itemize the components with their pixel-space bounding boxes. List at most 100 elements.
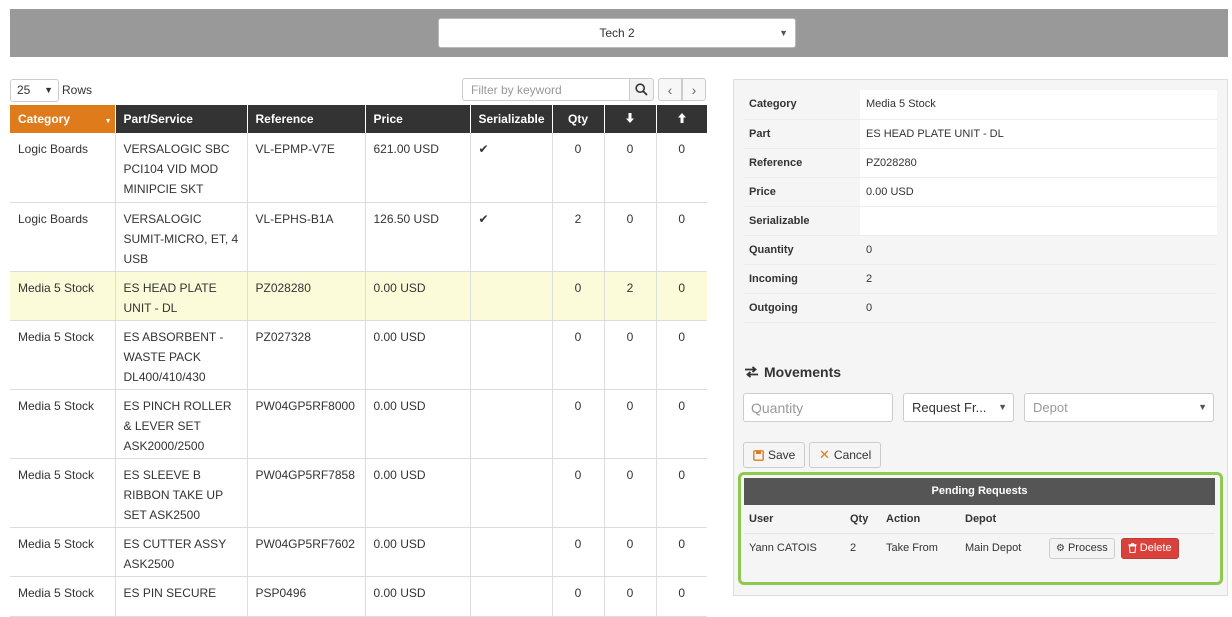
- cell-incoming: 0: [604, 458, 657, 528]
- table-row[interactable]: Logic Boards VERSALOGIC SBC PCI104 VID M…: [10, 133, 707, 203]
- cell-price: 621.00 USD: [365, 133, 471, 203]
- cell-part: ES SLEEVE B RIBBON TAKE UP SET ASK2500: [115, 458, 248, 528]
- next-page-button[interactable]: ›: [682, 78, 706, 101]
- column-header-qty[interactable]: Qty: [552, 105, 605, 133]
- detail-row: Part ES HEAD PLATE UNIT - DL: [743, 119, 1217, 149]
- detail-value: 0: [860, 293, 1217, 323]
- cell-part: ES CUTTER ASSY ASK2500: [115, 527, 248, 577]
- detail-row: Serializable: [743, 206, 1217, 236]
- cell-reference: PSP0496: [247, 576, 366, 617]
- detail-row: Price 0.00 USD: [743, 177, 1217, 207]
- action-select[interactable]: Request Fr... ▼: [903, 393, 1014, 422]
- chevron-down-icon: ▼: [1198, 402, 1207, 412]
- cell-category: Media 5 Stock: [10, 320, 116, 390]
- previous-page-button[interactable]: ‹: [658, 78, 682, 101]
- quantity-input[interactable]: [743, 393, 893, 422]
- column-header-incoming[interactable]: [604, 105, 657, 133]
- cell-outgoing: 0: [656, 271, 707, 321]
- cell-part: VERSALOGIC SUMIT-MICRO, ET, 4 USB: [115, 202, 248, 272]
- search-icon: [635, 83, 648, 96]
- pending-requests-title: Pending Requests: [744, 478, 1215, 505]
- cell-qty: 2: [552, 202, 605, 272]
- column-header-serializable[interactable]: Serializable: [470, 105, 553, 133]
- save-button[interactable]: Save: [743, 442, 806, 468]
- trash-icon: [1128, 543, 1137, 554]
- process-button[interactable]: ⚙ Process: [1049, 537, 1115, 559]
- cell-reference: PZ028280: [247, 271, 366, 321]
- pending-header-row: User Qty Action Depot: [744, 505, 1215, 534]
- search-button[interactable]: [629, 78, 654, 101]
- cell-outgoing: 0: [656, 320, 707, 390]
- table-row-selected[interactable]: Media 5 Stock ES HEAD PLATE UNIT - DL PZ…: [10, 271, 707, 321]
- cell-category: Logic Boards: [10, 202, 116, 272]
- table-row[interactable]: Media 5 Stock ES ABSORBENT - WASTE PACK …: [10, 320, 707, 390]
- cell-serializable: [470, 458, 553, 528]
- table-row[interactable]: Media 5 Stock ES PINCH ROLLER & LEVER SE…: [10, 389, 707, 459]
- detail-value: 0: [860, 235, 1217, 265]
- cell-outgoing: 0: [656, 458, 707, 528]
- detail-label: Outgoing: [743, 293, 860, 323]
- pending-header-depot: Depot: [960, 505, 1044, 534]
- rows-per-page-value: 25: [17, 83, 31, 97]
- movements-heading: Movements: [744, 364, 841, 380]
- cell-part: ES PIN SECURE: [115, 576, 248, 617]
- pending-requests-table: User Qty Action Depot Yann CATOIS 2 Take…: [744, 505, 1215, 563]
- cancel-button[interactable]: ✕ Cancel: [809, 442, 882, 468]
- cell-incoming: 0: [604, 576, 657, 617]
- cell-serializable: [470, 527, 553, 577]
- cell-qty: 0: [552, 458, 605, 528]
- detail-label: Quantity: [743, 235, 860, 265]
- close-icon: ✕: [819, 447, 830, 462]
- chevron-down-icon: ▼: [998, 402, 1007, 412]
- depot-select[interactable]: Depot ▼: [1024, 393, 1214, 422]
- cell-outgoing: 0: [656, 389, 707, 459]
- table-header-row: Category ▼ Part/Service Reference Price …: [10, 105, 708, 133]
- column-header-category[interactable]: Category ▼: [10, 105, 116, 133]
- chevron-left-icon: ‹: [667, 81, 673, 98]
- cell-qty: 0: [552, 271, 605, 321]
- cell-category: Media 5 Stock: [10, 576, 116, 617]
- cell-category: Media 5 Stock: [10, 458, 116, 528]
- cell-incoming: 0: [604, 527, 657, 577]
- detail-label: Part: [743, 119, 860, 149]
- column-header-part[interactable]: Part/Service: [115, 105, 248, 133]
- cell-price: 0.00 USD: [365, 389, 471, 459]
- cell-reference: PW04GP5RF7858: [247, 458, 366, 528]
- cell-incoming: 0: [604, 389, 657, 459]
- table-row[interactable]: Logic Boards VERSALOGIC SUMIT-MICRO, ET,…: [10, 202, 707, 272]
- detail-label: Category: [743, 90, 860, 120]
- detail-table: Category Media 5 Stock Part ES HEAD PLAT…: [743, 90, 1217, 323]
- table-row[interactable]: Media 5 Stock ES SLEEVE B RIBBON TAKE UP…: [10, 458, 707, 528]
- rows-per-page-select[interactable]: 25 ▼: [10, 79, 59, 102]
- tech-select[interactable]: Tech 2 ▼: [438, 18, 796, 48]
- column-header-price[interactable]: Price: [365, 105, 471, 133]
- filter-input[interactable]: [462, 78, 630, 101]
- pending-header-qty: Qty: [845, 505, 881, 534]
- stock-table: Category ▼ Part/Service Reference Price …: [10, 105, 708, 617]
- cell-part: ES ABSORBENT - WASTE PACK DL400/410/430: [115, 320, 248, 390]
- cell-reference: VL-EPMP-V7E: [247, 133, 366, 203]
- movements-title: Movements: [764, 364, 842, 380]
- cell-incoming: 2: [604, 271, 657, 321]
- delete-button[interactable]: Delete: [1120, 537, 1179, 559]
- cell-price: 0.00 USD: [365, 576, 471, 617]
- sort-desc-icon: ▼: [104, 118, 112, 125]
- chevron-down-icon: ▼: [779, 28, 788, 38]
- pending-header-action: Action: [881, 505, 960, 534]
- gears-icon: ⚙: [1056, 542, 1065, 554]
- detail-label: Incoming: [743, 264, 860, 294]
- column-header-outgoing[interactable]: [656, 105, 708, 133]
- detail-label: Price: [743, 177, 860, 207]
- cell-qty: 0: [552, 527, 605, 577]
- chevron-right-icon: ›: [691, 81, 697, 98]
- detail-value: ES HEAD PLATE UNIT - DL: [860, 119, 1217, 149]
- detail-panel: Category Media 5 Stock Part ES HEAD PLAT…: [733, 79, 1228, 596]
- cell-price: 0.00 USD: [365, 458, 471, 528]
- table-row[interactable]: Media 5 Stock ES CUTTER ASSY ASK2500 PW0…: [10, 527, 707, 577]
- column-header-reference[interactable]: Reference: [247, 105, 366, 133]
- cell-qty: 0: [552, 576, 605, 617]
- cell-qty: 0: [552, 320, 605, 390]
- cell-outgoing: 0: [656, 527, 707, 577]
- table-row[interactable]: Media 5 Stock ES PIN SECURE PSP0496 0.00…: [10, 576, 707, 617]
- exchange-icon: [745, 366, 758, 378]
